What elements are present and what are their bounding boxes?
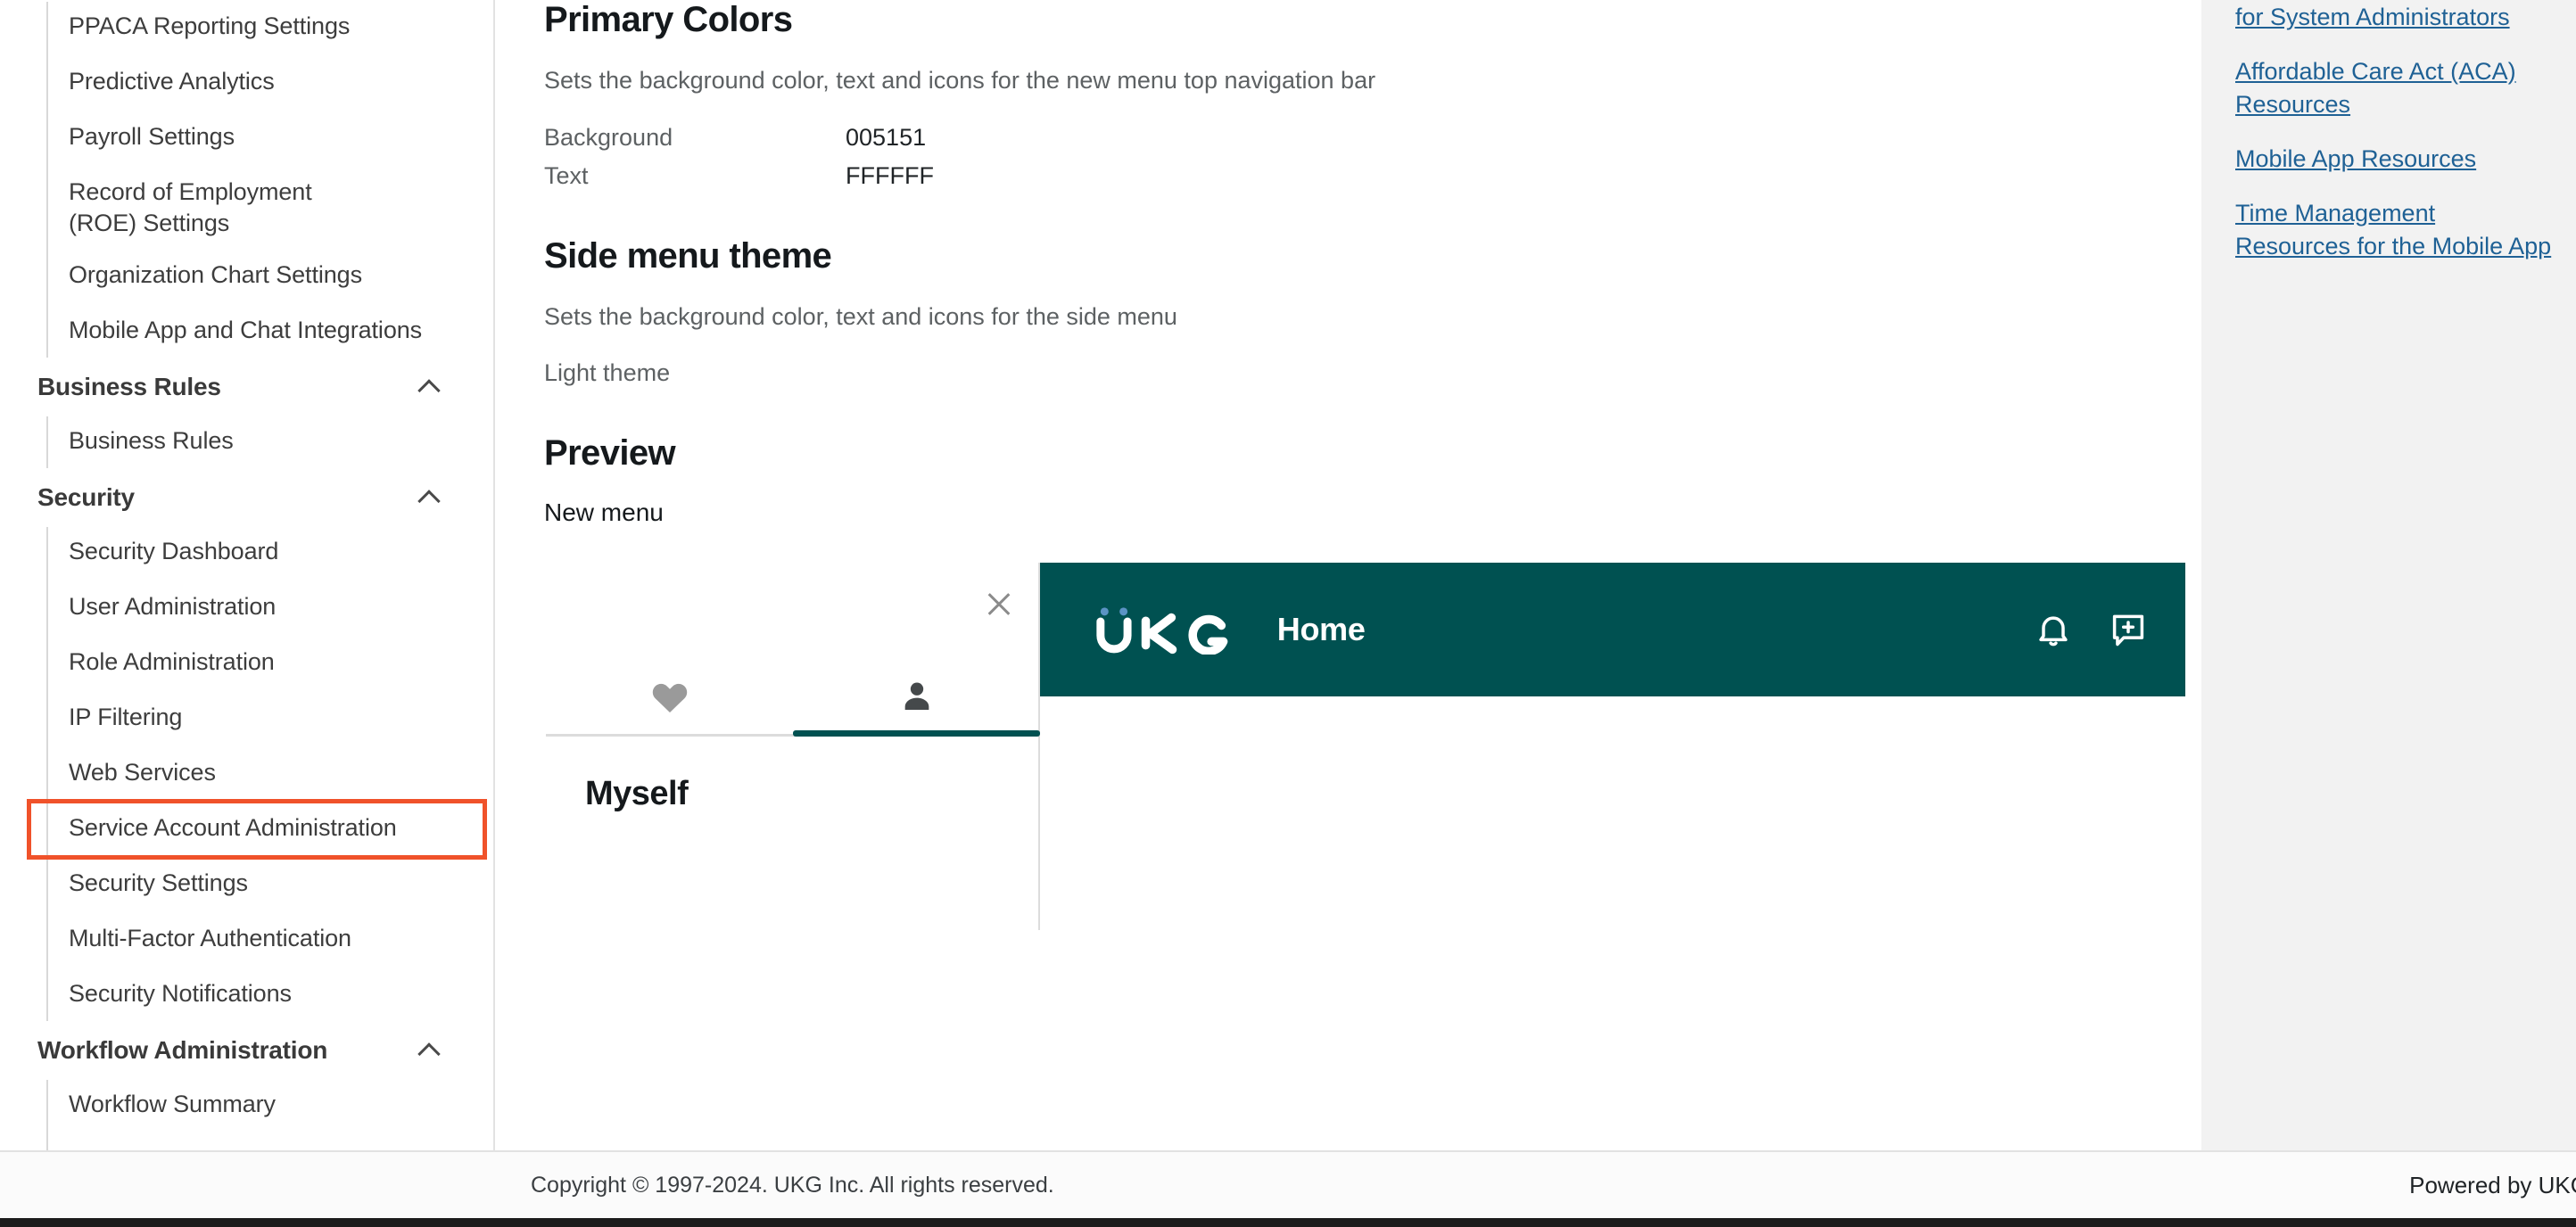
sidebar-group-label: Security — [37, 483, 135, 512]
sidebar-item-security-dashboard[interactable]: Security Dashboard — [0, 525, 493, 581]
copyright-text: Copyright © 1997-2024. UKG Inc. All righ… — [531, 1172, 1054, 1198]
resource-link[interactable]: Compensation - Resources for System Admi… — [2235, 0, 2556, 34]
primary-colors-values: Background 005151 Text FFFFFF — [544, 124, 2148, 190]
sidebar-item-business-rules[interactable]: Business Rules — [0, 415, 493, 470]
sidebar-item-security-notifications[interactable]: Security Notifications — [0, 968, 493, 1023]
sidebar-navigation: PPACA Reporting Settings Predictive Anal… — [0, 0, 495, 1150]
sidebar-sublist: Business Rules — [0, 415, 493, 470]
person-icon — [904, 682, 929, 710]
sidebar-item-organization-chart-settings[interactable]: Organization Chart Settings — [0, 249, 493, 304]
powered-by-text: Powered by UKG — [2409, 1171, 2576, 1198]
sidebar-item-workflow-summary[interactable]: Workflow Summary — [0, 1078, 493, 1133]
primary-colors-background-row: Background 005151 — [544, 124, 2148, 152]
resource-link[interactable]: Mobile App Resources — [2235, 143, 2556, 176]
page-footer: Copyright © 1997-2024. UKG Inc. All righ… — [0, 1150, 2576, 1218]
side-menu-theme-description: Sets the background color, text and icon… — [544, 303, 1177, 331]
sidebar-item-requests[interactable]: Requests — [0, 1133, 493, 1150]
resources-panel: Compensation - Resources for System Admi… — [2201, 0, 2576, 1150]
page-body: PPACA Reporting Settings Predictive Anal… — [0, 0, 2576, 1150]
sidebar-group-header-workflow-administration[interactable]: Workflow Administration — [0, 1023, 493, 1078]
sidebar-group-security: Security Security Dashboard User Adminis… — [0, 470, 493, 1023]
side-menu-theme-title: Side menu theme — [544, 236, 832, 276]
chevron-up-icon — [418, 1039, 442, 1062]
preview-panel-heading: Myself — [585, 774, 689, 812]
sidebar-item-service-account-administration[interactable]: Service Account Administration — [27, 799, 487, 861]
sidebar-item-user-administration[interactable]: User Administration — [0, 581, 493, 636]
main-content: Primary Colors Sets the background color… — [495, 0, 2201, 1150]
page-root: PPACA Reporting Settings Predictive Anal… — [0, 0, 2576, 1227]
primary-colors-title: Primary Colors — [544, 0, 793, 39]
preview-tab-favorites[interactable] — [546, 659, 793, 734]
sidebar-sublist: PPACA Reporting Settings Predictive Anal… — [0, 0, 493, 359]
primary-colors-text-row: Text FFFFFF — [544, 162, 2148, 190]
sidebar-group-workflow-administration: Workflow Administration Workflow Summary… — [0, 1023, 493, 1150]
preview-top-navigation-bar: Home — [1040, 562, 2185, 696]
preview-topbar-icons — [2034, 610, 2148, 649]
sidebar-item-predictive-analytics[interactable]: Predictive Analytics — [0, 55, 493, 111]
heart-icon — [652, 683, 687, 712]
resource-link[interactable]: Time Management Resources for the Mobile… — [2235, 197, 2556, 263]
preview-mockup: Myself Home — [544, 562, 2185, 937]
preview-tab-bar — [546, 659, 1040, 737]
resource-link[interactable]: Affordable Care Act (ACA) Resources — [2235, 55, 2556, 121]
sidebar-sublist: Workflow Summary Requests — [0, 1078, 493, 1150]
background-label: Background — [544, 124, 673, 152]
text-value: FFFFFF — [846, 162, 934, 190]
sidebar-group: PPACA Reporting Settings Predictive Anal… — [0, 0, 493, 359]
background-value: 005151 — [846, 124, 927, 152]
sidebar-sublist: Security Dashboard User Administration R… — [0, 525, 493, 1023]
side-menu-theme-value: Light theme — [544, 358, 671, 386]
sidebar-item-ppaca-reporting-settings[interactable]: PPACA Reporting Settings — [0, 0, 493, 55]
bottom-strip — [0, 1218, 2576, 1227]
preview-tab-myself[interactable] — [793, 659, 1040, 737]
sidebar-item-role-administration[interactable]: Role Administration — [0, 636, 493, 691]
text-label: Text — [544, 162, 589, 190]
message-plus-icon[interactable] — [2109, 610, 2148, 649]
sidebar-group-header-business-rules[interactable]: Business Rules — [0, 359, 493, 415]
sidebar-group-header-security[interactable]: Security — [0, 470, 493, 525]
sidebar-item-mobile-app-and-chat-integrations[interactable]: Mobile App and Chat Integrations — [0, 304, 493, 359]
sidebar-item-ip-filtering[interactable]: IP Filtering — [0, 691, 493, 746]
sidebar-item-security-settings[interactable]: Security Settings — [0, 857, 493, 912]
chevron-up-icon — [418, 375, 442, 399]
sidebar-group-label: Business Rules — [37, 373, 221, 401]
sidebar-item-record-of-employment-settings[interactable]: Record of Employment (ROE) Settings — [0, 166, 375, 249]
chevron-up-icon — [418, 486, 442, 509]
close-icon[interactable] — [979, 584, 1019, 623]
preview-side-panel: Myself — [546, 562, 1040, 930]
bell-icon[interactable] — [2034, 610, 2073, 649]
primary-colors-description: Sets the background color, text and icon… — [544, 67, 1376, 94]
preview-page-title: Home — [1276, 610, 1366, 647]
sidebar-item-multi-factor-authentication[interactable]: Multi-Factor Authentication — [0, 912, 493, 968]
sidebar-group-business-rules: Business Rules Business Rules — [0, 359, 493, 470]
sidebar-group-label: Workflow Administration — [37, 1036, 328, 1065]
preview-title: Preview — [544, 432, 676, 473]
ukg-logo — [1094, 605, 1242, 655]
sidebar-item-payroll-settings[interactable]: Payroll Settings — [0, 111, 493, 166]
sidebar-item-web-services[interactable]: Web Services — [0, 746, 493, 802]
preview-subtitle: New menu — [544, 498, 664, 526]
